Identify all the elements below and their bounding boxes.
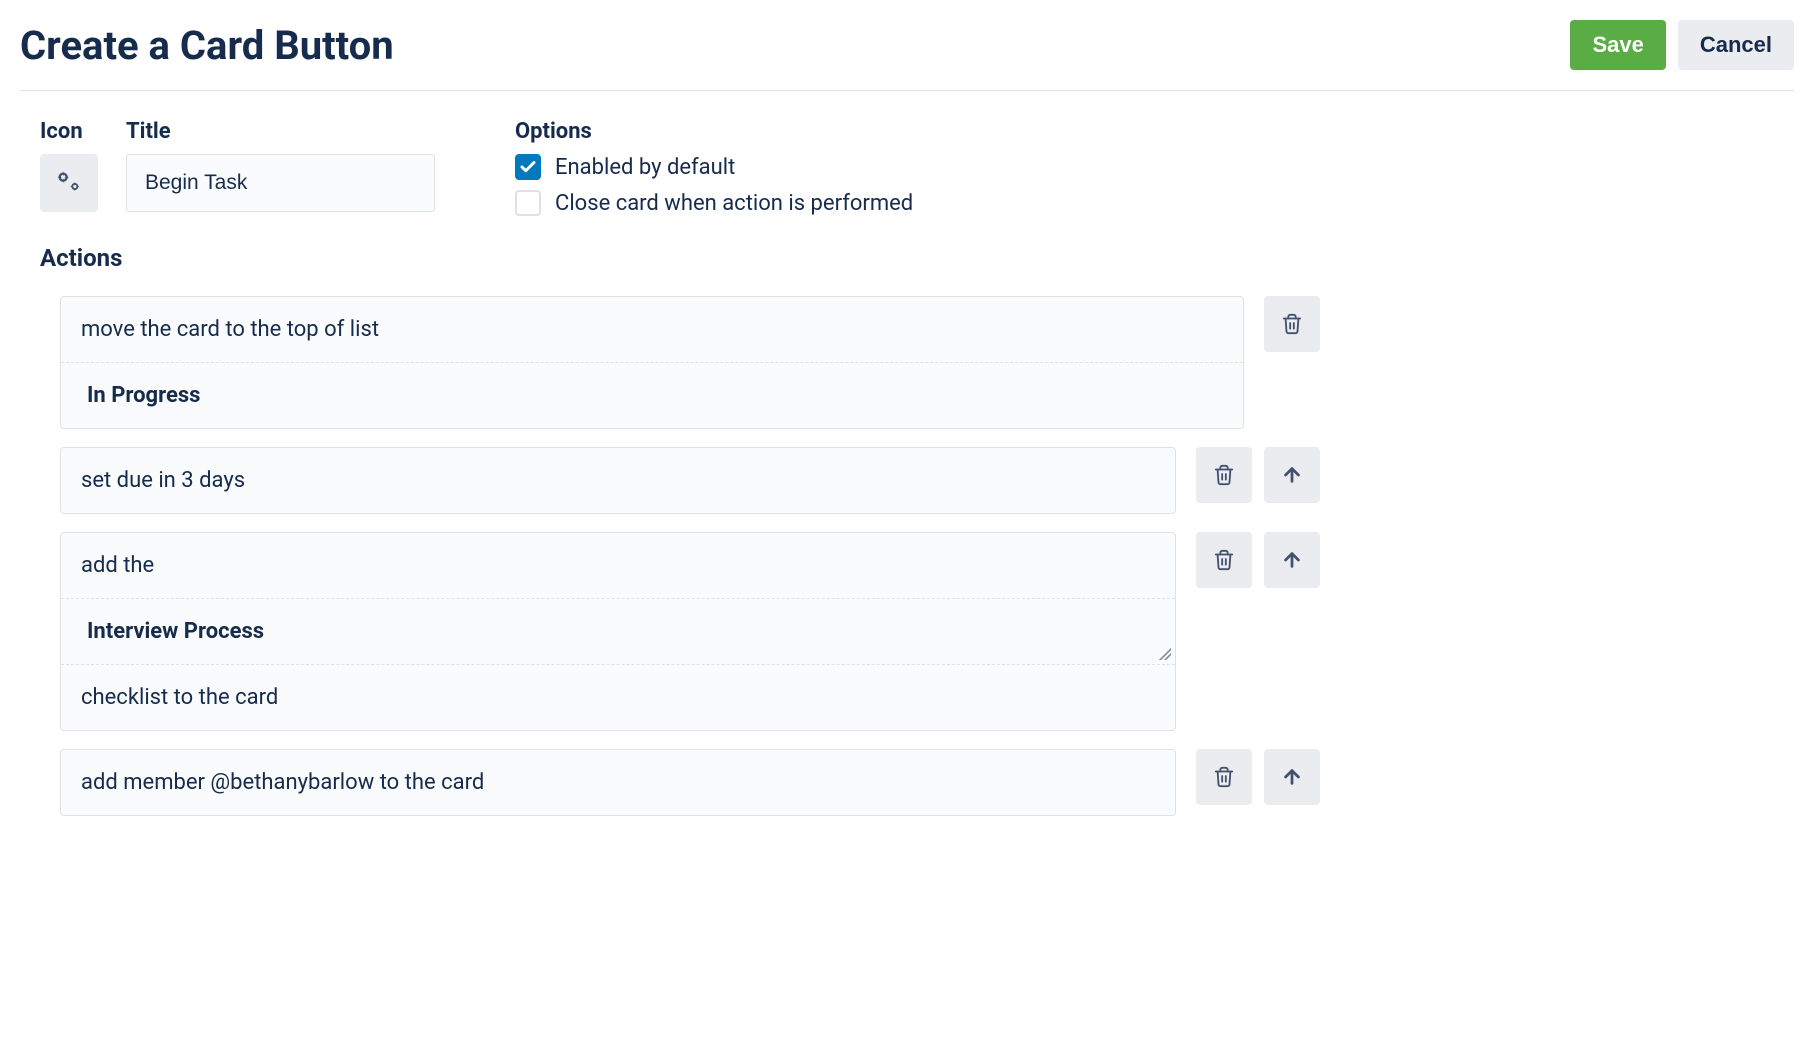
- page-title: Create a Card Button: [20, 22, 394, 69]
- option-enabled-checkbox[interactable]: [515, 154, 541, 180]
- action-card[interactable]: add theInterview Processchecklist to the…: [60, 532, 1176, 731]
- trash-icon: [1281, 313, 1303, 335]
- title-input[interactable]: [126, 154, 435, 212]
- action-row: add theInterview Processchecklist to the…: [60, 532, 1320, 731]
- page-header: Create a Card Button Save Cancel: [20, 20, 1794, 91]
- option-close-row: Close card when action is performed: [515, 190, 913, 216]
- action-controls: [1264, 296, 1320, 352]
- option-enabled-label: Enabled by default: [555, 155, 735, 180]
- action-controls: [1196, 749, 1320, 805]
- option-close-checkbox[interactable]: [515, 190, 541, 216]
- action-row: add member @bethanybarlow to the card: [60, 749, 1320, 816]
- check-icon: [519, 158, 537, 176]
- trash-icon: [1213, 549, 1235, 571]
- config-row: Icon Title Options Enabled by default: [20, 119, 1794, 216]
- action-segment-text: set due in 3 days: [61, 448, 1175, 513]
- delete-action-button[interactable]: [1196, 749, 1252, 805]
- action-segment-text: add the: [61, 533, 1175, 598]
- action-controls: [1196, 447, 1320, 503]
- icon-title-group: Icon Title: [40, 119, 435, 216]
- action-segment-value: In Progress: [61, 362, 1243, 428]
- move-up-button[interactable]: [1264, 749, 1320, 805]
- action-card[interactable]: add member @bethanybarlow to the card: [60, 749, 1176, 816]
- action-row: move the card to the top of listIn Progr…: [60, 296, 1320, 429]
- delete-action-button[interactable]: [1264, 296, 1320, 352]
- delete-action-button[interactable]: [1196, 447, 1252, 503]
- option-close-label: Close card when action is performed: [555, 191, 913, 216]
- options-group: Options Enabled by default Close card wh…: [515, 119, 913, 216]
- trash-icon: [1213, 766, 1235, 788]
- action-segment-value: Interview Process: [61, 598, 1175, 664]
- actions-list: move the card to the top of listIn Progr…: [20, 296, 1360, 816]
- arrow-up-icon: [1281, 766, 1303, 788]
- option-enabled-row: Enabled by default: [515, 154, 913, 180]
- icon-label: Icon: [40, 119, 98, 144]
- delete-action-button[interactable]: [1196, 532, 1252, 588]
- action-card[interactable]: move the card to the top of listIn Progr…: [60, 296, 1244, 429]
- move-up-button[interactable]: [1264, 447, 1320, 503]
- action-controls: [1196, 532, 1320, 588]
- trash-icon: [1213, 464, 1235, 486]
- cancel-button[interactable]: Cancel: [1678, 20, 1794, 70]
- title-label: Title: [126, 119, 435, 144]
- action-card[interactable]: set due in 3 days: [60, 447, 1176, 514]
- title-group: Title: [126, 119, 435, 216]
- action-segment-text: add member @bethanybarlow to the card: [61, 750, 1175, 815]
- icon-picker-button[interactable]: [40, 154, 98, 212]
- options-label: Options: [515, 119, 913, 144]
- move-up-button[interactable]: [1264, 532, 1320, 588]
- arrow-up-icon: [1281, 549, 1303, 571]
- gears-icon: [55, 169, 83, 197]
- header-button-group: Save Cancel: [1570, 20, 1794, 70]
- save-button[interactable]: Save: [1570, 20, 1665, 70]
- action-segment-text: checklist to the card: [61, 664, 1175, 730]
- icon-group: Icon: [40, 119, 98, 216]
- action-row: set due in 3 days: [60, 447, 1320, 514]
- actions-heading: Actions: [20, 244, 1794, 272]
- arrow-up-icon: [1281, 464, 1303, 486]
- action-segment-text: move the card to the top of list: [61, 297, 1243, 362]
